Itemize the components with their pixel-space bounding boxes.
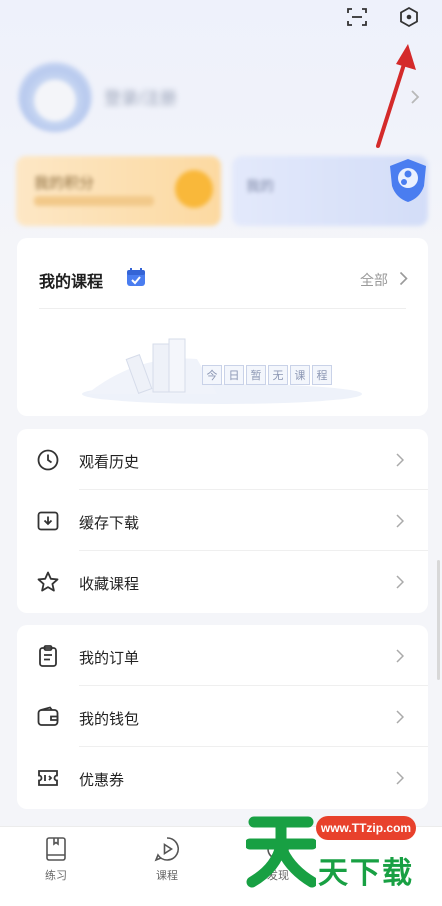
chevron-right-icon bbox=[411, 90, 420, 104]
menu-item-label: 缓存下载 bbox=[79, 515, 140, 532]
tab-courses[interactable]: 课程 bbox=[137, 835, 197, 883]
nickname[interactable]: 登录/注册 bbox=[104, 84, 214, 110]
settings-icon[interactable] bbox=[398, 6, 420, 28]
menu-item-my-orders[interactable]: 我的订单 bbox=[17, 625, 428, 686]
chevron-right-icon bbox=[396, 649, 404, 663]
divider bbox=[39, 308, 406, 309]
coupon-icon bbox=[38, 770, 58, 786]
my-courses-card: 我的课程 全部 今 日 暂 无 课 程 bbox=[17, 238, 428, 416]
activity-menu-card: 观看历史 缓存下载 收藏课程 bbox=[17, 429, 428, 613]
tab-label: 练习 bbox=[45, 870, 67, 882]
empty-char: 暂 bbox=[246, 365, 266, 385]
menu-item-label: 收藏课程 bbox=[79, 576, 140, 593]
watermark-text: 天下载 bbox=[318, 856, 414, 891]
tab-label: 课程 bbox=[156, 870, 178, 882]
empty-courses-illustration-icon bbox=[82, 338, 362, 404]
course-play-icon bbox=[154, 837, 179, 862]
profile-row[interactable]: 登录/注册 bbox=[18, 62, 422, 132]
chevron-right-icon bbox=[396, 710, 404, 724]
view-all-courses-link[interactable]: 全部 bbox=[360, 270, 388, 290]
empty-char: 无 bbox=[268, 365, 288, 385]
avatar[interactable] bbox=[18, 62, 92, 132]
menu-item-label: 观看历史 bbox=[79, 454, 140, 471]
menu-item-label: 优惠券 bbox=[79, 772, 125, 789]
shield-badge-icon bbox=[390, 159, 426, 202]
empty-courses-text: 今 日 暂 无 课 程 bbox=[202, 365, 332, 385]
points-card-title: 我的积分 bbox=[34, 175, 95, 192]
my-courses-title: 我的课程 bbox=[39, 274, 104, 291]
menu-item-cache-download[interactable]: 缓存下载 bbox=[17, 490, 428, 551]
menu-item-watch-history[interactable]: 观看历史 bbox=[17, 429, 428, 490]
scan-icon[interactable] bbox=[346, 6, 368, 28]
chevron-right-icon bbox=[396, 453, 404, 467]
points-card[interactable]: 我的积分 bbox=[16, 156, 221, 226]
chevron-right-icon bbox=[396, 771, 404, 785]
points-card-subtitle-bar bbox=[34, 196, 154, 206]
calendar-check-icon bbox=[127, 268, 145, 286]
chevron-right-icon bbox=[396, 575, 404, 589]
menu-item-label: 我的钱包 bbox=[79, 711, 140, 728]
top-toolbar bbox=[346, 6, 420, 28]
menu-item-coupons[interactable]: 优惠券 bbox=[17, 747, 428, 808]
order-clipboard-icon bbox=[39, 645, 57, 667]
menu-item-favorite-courses[interactable]: 收藏课程 bbox=[17, 551, 428, 612]
history-clock-icon bbox=[37, 449, 59, 471]
site-watermark: www.TTzip.com 天下载 bbox=[246, 808, 426, 891]
practice-book-icon bbox=[46, 837, 66, 861]
vip-card-title: 我的 bbox=[246, 178, 274, 194]
chevron-right-icon bbox=[396, 514, 404, 528]
watermark-logo-icon bbox=[246, 816, 316, 888]
watermark-url: www.TTzip.com bbox=[316, 816, 416, 840]
star-icon bbox=[37, 571, 59, 592]
tab-practice[interactable]: 练习 bbox=[26, 835, 86, 883]
coin-icon bbox=[175, 170, 213, 208]
download-icon bbox=[37, 511, 59, 531]
menu-item-label: 我的订单 bbox=[79, 650, 140, 667]
empty-char: 今 bbox=[202, 365, 222, 385]
empty-char: 程 bbox=[312, 365, 332, 385]
empty-char: 日 bbox=[224, 365, 244, 385]
menu-item-my-wallet[interactable]: 我的钱包 bbox=[17, 686, 428, 747]
wallet-icon bbox=[37, 706, 59, 726]
account-menu-card: 我的订单 我的钱包 优惠券 bbox=[17, 625, 428, 809]
scrollbar[interactable] bbox=[437, 560, 440, 680]
chevron-right-icon[interactable] bbox=[399, 271, 408, 286]
empty-char: 课 bbox=[290, 365, 310, 385]
